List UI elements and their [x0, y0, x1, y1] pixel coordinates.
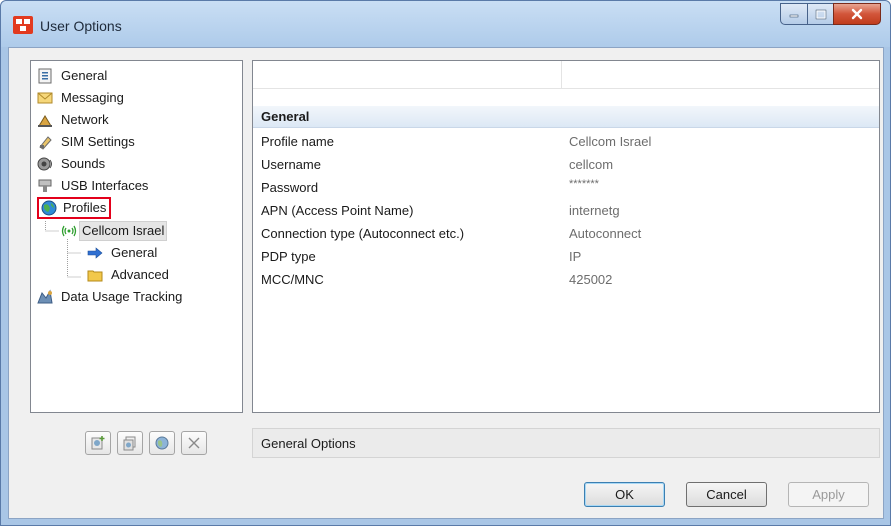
- options-tree[interactable]: General Messaging Network SIM Settings S…: [30, 60, 243, 413]
- tree-item-label: USB Interfaces: [61, 178, 149, 193]
- globe-icon: [41, 200, 57, 216]
- property-value[interactable]: internetg: [569, 203, 620, 218]
- copy-profile-button[interactable]: [117, 431, 143, 455]
- ok-button[interactable]: OK: [584, 482, 665, 507]
- property-name: Username: [261, 157, 321, 172]
- globe-profile-button[interactable]: [149, 431, 175, 455]
- folder-icon: [87, 270, 103, 282]
- window-title: User Options: [40, 18, 122, 34]
- tree-item-network[interactable]: Network: [37, 110, 111, 130]
- property-name: PDP type: [261, 249, 316, 264]
- property-value[interactable]: Autoconnect: [569, 226, 641, 241]
- property-name: Password: [261, 180, 319, 195]
- tree-item-label: Network: [61, 112, 109, 127]
- tree-item-label: Advanced: [111, 267, 169, 282]
- list-header: [253, 61, 879, 89]
- tree-item-usb-interfaces[interactable]: USB Interfaces: [37, 176, 150, 196]
- description-text: General Options: [261, 436, 356, 451]
- property-value[interactable]: IP: [569, 249, 581, 264]
- tree-item-messaging[interactable]: Messaging: [37, 88, 126, 108]
- description-bar: General Options: [252, 428, 880, 458]
- tree-item-data-usage-tracking[interactable]: Data Usage Tracking: [37, 287, 184, 307]
- signal-antenna-icon: [61, 225, 77, 237]
- new-profile-icon: [91, 436, 105, 450]
- arrow-right-icon: [87, 247, 103, 259]
- tree-item-label: General: [111, 245, 158, 260]
- property-value[interactable]: cellcom: [569, 157, 613, 172]
- maximize-button[interactable]: [807, 3, 833, 25]
- tree-item-label: Profiles: [63, 200, 107, 215]
- minimize-button[interactable]: [780, 3, 807, 25]
- property-value[interactable]: 425002: [569, 272, 612, 287]
- property-name: APN (Access Point Name): [261, 203, 414, 218]
- tree-item-sim-settings[interactable]: SIM Settings: [37, 132, 137, 152]
- minimize-icon: [789, 14, 799, 18]
- tree-item-label: Cellcom Israel: [79, 221, 168, 241]
- property-name: Connection type (Autoconnect etc.): [261, 226, 465, 241]
- sim-card-icon: [39, 136, 52, 150]
- general-settings-icon: [38, 68, 52, 84]
- app-icon: [13, 16, 33, 34]
- cancel-button[interactable]: Cancel: [686, 482, 767, 507]
- close-button[interactable]: [833, 3, 881, 25]
- data-usage-icon: [37, 289, 53, 304]
- tree-item-cellcom-israel[interactable]: Cellcom Israel: [61, 221, 168, 241]
- property-value[interactable]: Cellcom Israel: [569, 134, 651, 149]
- envelope-icon: [37, 92, 53, 104]
- maximize-icon: [815, 9, 826, 19]
- new-profile-button[interactable]: [85, 431, 111, 455]
- delete-icon: [188, 437, 200, 449]
- close-icon: [851, 8, 863, 20]
- profile-details-list[interactable]: General Profile name Cellcom Israel User…: [252, 60, 880, 413]
- caption-buttons: [780, 3, 881, 25]
- tree-item-profile-advanced[interactable]: Advanced: [87, 265, 171, 285]
- group-header-general[interactable]: General: [253, 106, 879, 128]
- tree-item-label: Data Usage Tracking: [61, 289, 183, 304]
- tree-item-label: Sounds: [61, 156, 106, 171]
- column-divider[interactable]: [561, 61, 562, 89]
- tree-item-label: SIM Settings: [61, 134, 135, 149]
- tree-item-sounds[interactable]: Sounds: [37, 154, 107, 174]
- copy-profile-icon: [123, 436, 136, 451]
- user-options-window: User Options General Messaging Network S…: [0, 0, 891, 526]
- tree-item-label: Messaging: [61, 90, 124, 105]
- speaker-icon: [37, 157, 52, 171]
- highlight-box: Profiles: [37, 197, 112, 219]
- tree-item-label: General: [61, 68, 108, 83]
- tree-item-profile-general[interactable]: General: [87, 243, 159, 263]
- group-label: General: [261, 109, 310, 124]
- dialog-client-area: General Messaging Network SIM Settings S…: [8, 47, 884, 519]
- title-bar[interactable]: User Options: [1, 1, 890, 47]
- property-value[interactable]: *******: [569, 178, 599, 190]
- apply-button[interactable]: Apply: [788, 482, 869, 507]
- delete-profile-button[interactable]: [181, 431, 207, 455]
- tree-item-profiles[interactable]: Profiles: [37, 197, 112, 219]
- usb-icon: [38, 179, 52, 192]
- globe-profile-icon: [155, 436, 169, 450]
- network-icon: [38, 115, 52, 127]
- property-name: Profile name: [261, 134, 334, 149]
- property-name: MCC/MNC: [261, 272, 324, 287]
- tree-item-general[interactable]: General: [37, 66, 109, 86]
